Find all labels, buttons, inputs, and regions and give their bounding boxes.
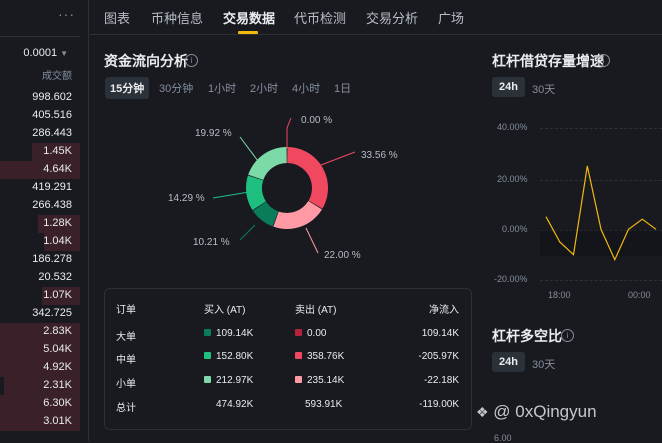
period-30d[interactable]: 30天 xyxy=(532,356,555,372)
info-icon[interactable]: i xyxy=(561,329,574,342)
watermark: ❖ @ 0xQingyun xyxy=(476,402,597,422)
margin-loan-line-chart xyxy=(540,165,662,262)
diamond-logo-icon: ❖ xyxy=(476,404,489,420)
negative-area-shade xyxy=(540,230,662,256)
y-tick: 6.00 xyxy=(494,433,512,443)
long-short-title: 杠杆多空比 xyxy=(492,328,562,344)
watermark-text: @ 0xQingyun xyxy=(493,402,597,421)
period-24h[interactable]: 24h xyxy=(492,352,525,372)
